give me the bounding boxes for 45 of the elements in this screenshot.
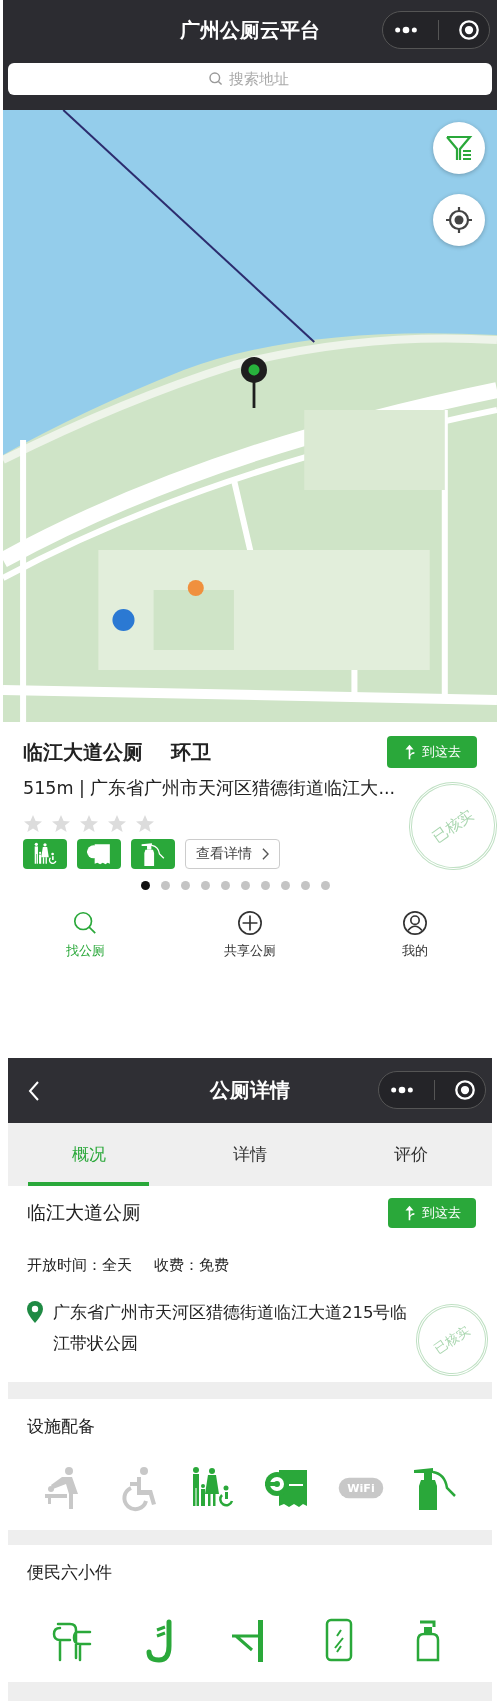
tab[interactable]: 评价 [330,1123,492,1186]
pager-dot[interactable] [140,881,150,890]
nav-tab[interactable]: 共享公厕 [200,910,300,960]
fee-info: 收费：免费 [154,1256,229,1275]
map-pin-icon[interactable] [240,356,268,408]
turn-arrow-icon [403,1205,416,1221]
add-icon [237,910,263,936]
section-title: 便民六小件 [27,1561,113,1584]
toilet-name: 临江大道公厕 [27,1200,141,1225]
filter-icon [444,133,474,163]
turn-arrow-icon [403,744,416,760]
search-icon [208,71,224,87]
family-icon [23,839,67,869]
target-icon[interactable] [457,19,480,41]
section-title: 设施配备 [27,1415,96,1438]
pager-dot[interactable] [260,881,270,890]
pager-dot[interactable] [320,881,330,890]
chevron-icon [262,848,269,860]
user-icon [401,910,428,936]
more-icon[interactable] [392,25,419,35]
more-icon[interactable] [388,1085,415,1095]
pager-dot[interactable] [220,881,230,890]
back-icon[interactable] [28,1081,40,1101]
pager-dot[interactable] [240,881,250,890]
details-button[interactable]: 查看详情 [185,839,280,869]
toilet-address: 515m | 广东省广州市天河区猎德街道临江大... [23,777,397,800]
nav-tab[interactable]: 我的 [364,910,465,960]
pager-dot[interactable] [280,881,290,890]
pager-dot[interactable] [300,881,310,890]
search-icon [72,910,99,936]
pager-dot[interactable] [200,881,210,890]
toilet-paper-icon [77,839,121,869]
sprayer-icon [131,839,175,869]
search-field[interactable]: 搜索地址 [8,63,492,95]
toilet-category: 环卫 [171,738,211,766]
pager-dot[interactable] [160,881,170,890]
opening-hours: 开放时间：全天 [27,1256,132,1275]
app-title: 广州公厕云平台 [180,16,320,44]
location-pin-icon [27,1301,43,1323]
target-icon[interactable] [453,1079,476,1101]
page-title: 公厕详情 [210,1077,290,1104]
toilet-name: 临江大道公厕 [23,738,143,766]
tab[interactable]: 详情 [169,1123,331,1186]
pager-dot[interactable] [180,881,190,890]
locate-icon [444,205,474,235]
